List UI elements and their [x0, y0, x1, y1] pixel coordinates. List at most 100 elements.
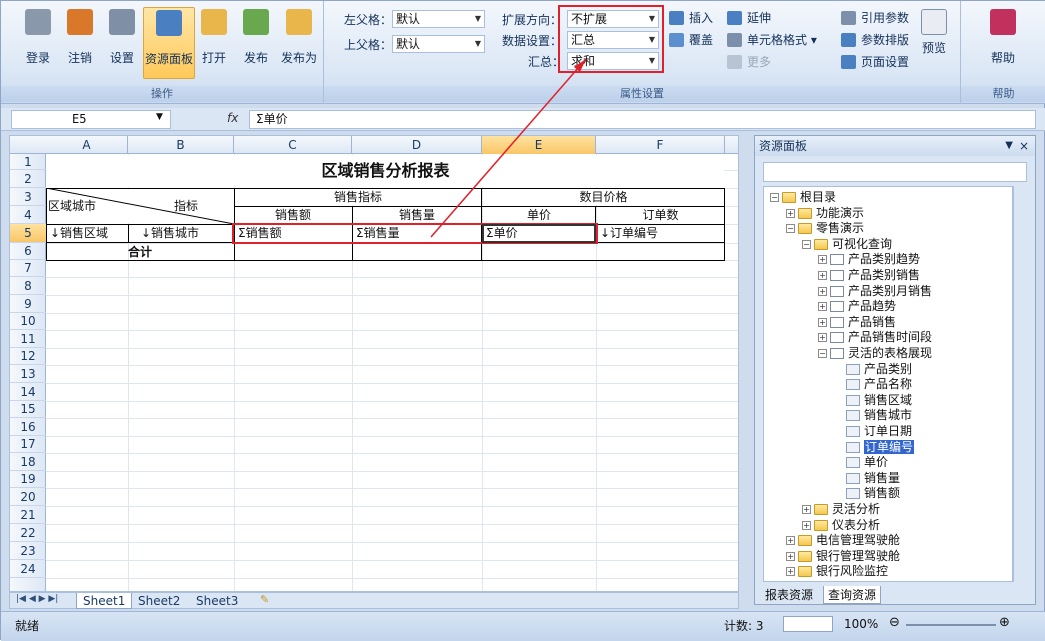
page-setup-button[interactable]: 页面设置 — [841, 53, 909, 71]
column-header-cell[interactable]: A — [46, 136, 128, 154]
help-button[interactable]: 帮助 — [983, 7, 1023, 79]
tree-node[interactable]: + 产品销售 — [818, 314, 896, 330]
settings-button[interactable]: 设置 — [105, 7, 139, 79]
tab-report-resource[interactable]: 报表资源 — [761, 586, 817, 604]
tree-node[interactable]: + 产品销售时间段 — [818, 329, 932, 345]
expand-icon[interactable]: + — [818, 271, 827, 280]
tree-node[interactable]: 销售区域 — [834, 392, 912, 408]
cell-format-button[interactable]: 单元格格式 ▾ — [727, 31, 817, 49]
tree-node[interactable]: + 银行管理驾驶舱 — [786, 548, 900, 564]
login-button[interactable]: 登录 — [21, 7, 55, 79]
header-unit-price[interactable]: 单价 — [483, 207, 595, 223]
row-header-cell[interactable]: 16 — [10, 418, 46, 436]
tree-node[interactable]: − 根目录 — [770, 189, 836, 205]
tab-query-resource[interactable]: 查询资源 — [823, 586, 882, 604]
fx-icon[interactable]: fx — [227, 111, 238, 125]
tree-node[interactable]: − 灵活的表格展现 — [818, 345, 932, 361]
row-header-cell[interactable]: 22 — [10, 524, 46, 542]
cell-total[interactable]: 合计 — [47, 244, 233, 260]
tree-node[interactable]: 销售额 — [834, 485, 900, 501]
row-header-cell[interactable]: 17 — [10, 436, 46, 453]
formula-input[interactable]: Σ单价 — [249, 110, 1036, 129]
new-sheet-icon[interactable]: ✎ — [260, 593, 269, 606]
row-header-cell[interactable]: 3 — [10, 188, 46, 206]
tree-node[interactable]: 单价 — [834, 454, 888, 470]
tree-node[interactable]: 销售城市 — [834, 407, 912, 423]
header-sales-metric[interactable]: 销售指标 — [235, 189, 481, 205]
expand-icon[interactable]: + — [786, 551, 795, 561]
resource-tree[interactable]: − 根目录 + 功能演示 − 零售演示 − 可视化查询 + 产品类别趋势 + 产品类别销售 + 产品类别月… — [763, 186, 1013, 582]
name-box[interactable]: E5 — [11, 110, 171, 129]
cell-f5[interactable]: ↓订单编号 — [597, 225, 724, 242]
chevron-down-icon[interactable]: ▼ — [156, 112, 163, 122]
collapse-icon[interactable]: − — [786, 224, 795, 234]
column-header-cell[interactable]: E — [482, 136, 596, 154]
row-header-cell[interactable]: 2 — [10, 170, 46, 188]
row-header-cell[interactable]: 10 — [10, 313, 46, 330]
sheet-tab[interactable]: Sheet3 — [190, 593, 244, 609]
tree-node[interactable]: + 功能演示 — [786, 205, 864, 221]
tree-scrollbar[interactable] — [1013, 186, 1027, 582]
expand-icon[interactable]: + — [786, 567, 795, 577]
row-header-cell[interactable]: 21 — [10, 506, 46, 524]
cell-a5[interactable]: ↓销售区域 — [47, 225, 127, 242]
sheet-tab[interactable]: Sheet2 — [132, 593, 186, 609]
row-header-cell[interactable]: 15 — [10, 401, 46, 418]
column-header-cell[interactable]: C — [234, 136, 352, 154]
expand-icon[interactable]: + — [786, 208, 795, 218]
collapse-icon[interactable]: − — [802, 239, 811, 249]
row-header-cell[interactable]: 8 — [10, 277, 46, 295]
row-header-cell[interactable]: 7 — [10, 260, 46, 277]
expand-icon[interactable]: + — [786, 536, 795, 546]
tree-node[interactable]: + 电信管理驾驶舱 — [786, 532, 900, 548]
expand-icon[interactable]: + — [818, 317, 827, 327]
tree-node[interactable]: 产品名称 — [834, 376, 912, 392]
tree-node[interactable]: + 灵活分析 — [802, 501, 880, 517]
tree-node[interactable]: + 产品类别销售 — [818, 267, 920, 283]
tree-node[interactable]: 产品类别 — [834, 361, 912, 377]
expand-icon[interactable]: + — [818, 333, 827, 343]
extend-button[interactable]: 延伸 — [727, 9, 771, 27]
row-header-cell[interactable]: 13 — [10, 365, 46, 383]
cover-button[interactable]: 覆盖 — [669, 31, 713, 49]
row-header-cell[interactable]: 4 — [10, 206, 46, 224]
preview-button[interactable]: 预览 — [916, 7, 952, 79]
expand-icon[interactable]: + — [802, 520, 811, 530]
expand-icon[interactable]: + — [818, 302, 827, 312]
row-header-cell[interactable]: 12 — [10, 348, 46, 365]
ref-params-button[interactable]: 引用参数 — [841, 9, 909, 27]
row-header-cell[interactable]: 11 — [10, 330, 46, 348]
logout-button[interactable]: 注销 — [63, 7, 97, 79]
expand-icon[interactable]: + — [818, 255, 827, 265]
expand-icon[interactable]: + — [818, 286, 827, 296]
tree-node[interactable]: 销售量 — [834, 470, 900, 486]
column-header-cell[interactable]: B — [128, 136, 234, 154]
tree-node[interactable]: 订单编号 — [834, 439, 915, 455]
tree-node[interactable]: + 银行风险监控 — [786, 563, 888, 579]
tree-node[interactable]: + 仪表分析 — [802, 517, 880, 533]
expand-icon[interactable]: + — [802, 505, 811, 514]
header-amount[interactable]: 销售额 — [235, 207, 351, 223]
tree-node[interactable]: + 产品类别月销售 — [818, 283, 932, 299]
column-header-cell[interactable]: F — [596, 136, 725, 154]
tree-node[interactable]: − 零售演示 — [786, 220, 864, 236]
header-order-count[interactable]: 订单数 — [597, 207, 724, 223]
panel-menu-icon[interactable]: ▼ — [1005, 136, 1013, 156]
row-header-cell[interactable]: 20 — [10, 488, 46, 506]
top-parent-select[interactable]: 默认 ▼ — [392, 35, 485, 53]
param-layout-button[interactable]: 参数排版 — [841, 31, 909, 49]
publish-as-button[interactable]: 发布为 — [277, 7, 321, 79]
left-parent-select[interactable]: 默认 ▼ — [392, 10, 485, 28]
row-header-cell[interactable]: 23 — [10, 542, 46, 560]
tree-node[interactable]: − 可视化查询 — [802, 236, 892, 252]
collapse-icon[interactable]: − — [770, 193, 779, 202]
close-icon[interactable]: × — [1019, 136, 1029, 156]
tab-nav-arrows-icon[interactable]: |◀ ◀ ▶ ▶| — [16, 594, 58, 604]
tree-node[interactable]: + 产品类别趋势 — [818, 251, 920, 267]
row-header-cell[interactable]: 18 — [10, 453, 46, 471]
row-header-cell[interactable]: 9 — [10, 295, 46, 313]
collapse-icon[interactable]: − — [818, 349, 827, 358]
zoom-out-icon[interactable]: ⊖ — [889, 615, 900, 630]
report-title[interactable]: 区域销售分析报表 — [47, 155, 724, 187]
header-price[interactable]: 数目价格 — [483, 189, 724, 205]
